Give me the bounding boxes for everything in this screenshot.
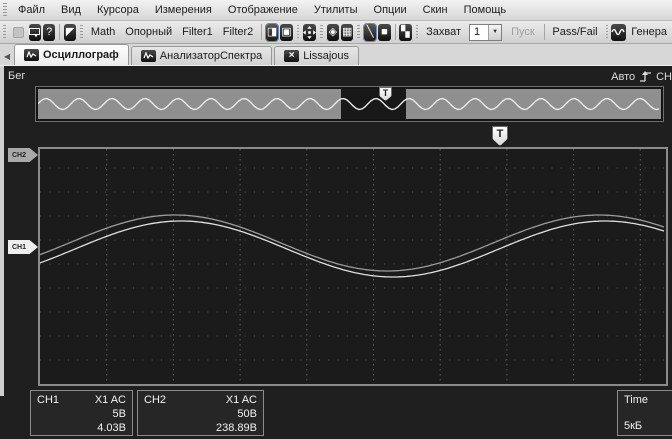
pin-icon: [13, 27, 24, 38]
scope-area: Бег Авто CH T T CH2 CH1: [0, 66, 672, 439]
chevron-down-icon[interactable]: ▼: [488, 25, 501, 40]
capture-count-select[interactable]: 1 ▼: [469, 24, 502, 41]
trigger-source-label: CH: [656, 71, 672, 83]
menu-options[interactable]: Опции: [366, 4, 415, 16]
waveform-icon: [24, 49, 39, 61]
separator: [544, 24, 545, 40]
frame-icon[interactable]: ▣: [280, 24, 292, 41]
tab-label: АнализаторСпектра: [160, 50, 262, 62]
separator: [261, 24, 262, 40]
grip-handle[interactable]: [3, 3, 7, 18]
grip-handle[interactable]: [3, 25, 6, 40]
menu-utilities[interactable]: Утилиты: [306, 4, 366, 16]
image-icon[interactable]: ▦: [341, 24, 353, 41]
menu-skin[interactable]: Скин: [415, 4, 456, 16]
ch1-scale: 5В: [37, 407, 126, 421]
trigger-edge-icon: [639, 70, 652, 83]
waveform-icon: [141, 50, 156, 62]
tab-label: Осциллограф: [43, 49, 119, 61]
display-icon[interactable]: [29, 24, 41, 41]
capture-count-value: 1: [470, 26, 488, 38]
scope-canvas: [40, 149, 666, 384]
reference-button[interactable]: Опорный: [120, 23, 177, 42]
tab-label: Lissajous: [303, 50, 349, 62]
preview-inner: T: [38, 89, 661, 119]
trigger-status[interactable]: Авто CH: [611, 70, 672, 83]
tab-oscilloscope[interactable]: Осциллограф: [14, 44, 129, 65]
trigger-mode-label: Авто: [611, 71, 635, 83]
preview-wave: [38, 89, 661, 119]
generator-button[interactable]: Генера: [626, 23, 672, 42]
toolbar: ? ◤ Math Опорный Filter1 Filter2 ◨ ▣ ◈ ▦…: [0, 21, 672, 44]
ch1-name: CH1: [37, 393, 59, 407]
menu-help[interactable]: Помощь: [456, 4, 515, 16]
scope-display[interactable]: [38, 147, 668, 386]
split-panel-icon[interactable]: ◨: [266, 24, 278, 41]
separator: [59, 24, 60, 40]
grip-handle[interactable]: [357, 25, 360, 40]
ch2-scale: 50В: [144, 407, 257, 421]
tab-scroll-left-icon[interactable]: ◀: [0, 47, 14, 65]
ch1-readout[interactable]: CH1 X1 AC 5В 4.03В: [30, 390, 133, 436]
menu-bar: Файл Вид Курсора Измерения Отображение У…: [0, 0, 672, 21]
ch2-name: CH2: [144, 393, 166, 407]
generator-icon[interactable]: [611, 24, 626, 41]
time-readout[interactable]: Time 5кБ: [617, 390, 672, 436]
time-name: Time: [624, 393, 672, 407]
ch2-coupling: X1 AC: [226, 393, 257, 407]
start-button: Пуск: [505, 26, 541, 38]
ch2-trace: [40, 215, 664, 271]
pointer-tool-icon[interactable]: ◤: [64, 24, 76, 41]
ch1-trace: [40, 221, 664, 277]
grip-handle[interactable]: [297, 25, 300, 40]
run-status: Бег: [8, 70, 25, 82]
passfail-button[interactable]: Pass/Fail: [547, 23, 602, 42]
checker-icon[interactable]: ▚: [399, 24, 411, 41]
tab-lissajous[interactable]: × Lissajous: [274, 46, 359, 65]
separator: [395, 24, 396, 40]
grip-handle[interactable]: [320, 25, 323, 40]
menu-display[interactable]: Отображение: [220, 4, 306, 16]
ch2-value: 238.89В: [144, 421, 257, 435]
solid-square-icon[interactable]: ■: [378, 24, 390, 41]
grip-handle[interactable]: [416, 25, 419, 40]
ch2-level-flag[interactable]: CH2: [8, 148, 38, 162]
grip-handle[interactable]: [606, 25, 609, 40]
menu-file[interactable]: Файл: [10, 4, 53, 16]
lissajous-icon: ×: [284, 50, 299, 62]
ch1-value: 4.03В: [37, 421, 126, 435]
line-style-icon[interactable]: ╲: [364, 24, 376, 41]
math-button[interactable]: Math: [86, 23, 120, 42]
help-icon[interactable]: ?: [43, 24, 55, 41]
menu-cursors[interactable]: Курсора: [89, 4, 147, 16]
time-value: 5кБ: [624, 419, 672, 433]
filter1-button[interactable]: Filter1: [177, 23, 218, 42]
menu-measurements[interactable]: Измерения: [147, 4, 220, 16]
tab-spectrum-analyzer[interactable]: АнализаторСпектра: [131, 46, 272, 65]
waveform-preview-strip[interactable]: T: [35, 86, 664, 122]
menu-view[interactable]: Вид: [53, 4, 89, 16]
trigger-position-flag[interactable]: T: [492, 126, 508, 146]
tab-bar: ◀ Осциллограф АнализаторСпектра × Lissaj…: [0, 44, 672, 66]
ch1-level-flag[interactable]: CH1: [8, 240, 38, 254]
ch2-readout[interactable]: CH2 X1 AC 50В 238.89В: [137, 390, 264, 436]
rotate-display-icon[interactable]: ◈: [327, 24, 339, 41]
window-edge: [0, 66, 4, 396]
filter2-button[interactable]: Filter2: [218, 23, 259, 42]
grip-handle[interactable]: [80, 25, 83, 40]
ch1-coupling: X1 AC: [95, 393, 126, 407]
capture-label: Захват: [421, 23, 466, 42]
move-arrows-icon[interactable]: [303, 24, 316, 41]
